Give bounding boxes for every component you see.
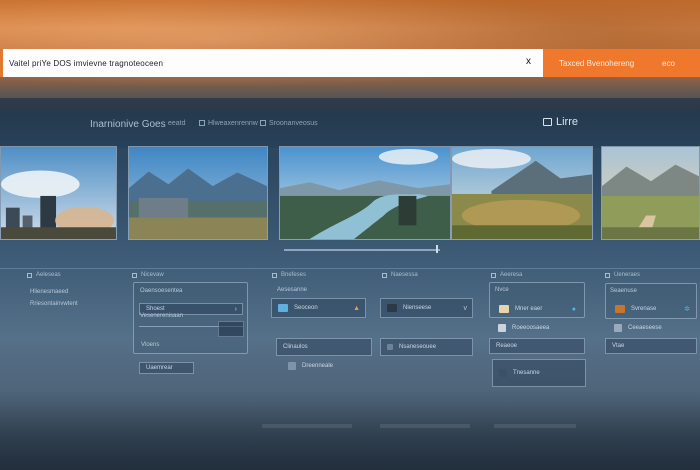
thumbnail-desert-road[interactable] <box>601 146 700 240</box>
photo-icon <box>387 304 397 312</box>
column-2-field-2: Vesenerenisaan <box>140 313 184 319</box>
column-1-line-1: Hlienesmaeed <box>30 289 69 295</box>
settings-icon: ✲ <box>684 306 690 313</box>
faint-row-1 <box>262 424 352 428</box>
info-icon: ● <box>571 305 576 313</box>
thumbnail-mountain-lake[interactable] <box>128 146 268 240</box>
column-2-header: Nicevaw <box>132 272 164 278</box>
header-link-2[interactable]: Hlweaxenrennw <box>199 120 258 127</box>
square-icon <box>491 272 496 278</box>
column-1-header: Aeleseas <box>27 272 61 278</box>
thumbnail-city-fog[interactable] <box>0 146 117 240</box>
gallery-scrollbar[interactable] <box>284 249 440 251</box>
column-3-header: Bnefeses <box>272 272 306 278</box>
app-title: Inarnionive Goes <box>90 119 166 130</box>
column-4-header: Naesessa <box>382 272 418 278</box>
column-5-field-1[interactable]: Mner eaer ● <box>493 303 581 315</box>
panel-divider <box>0 268 700 269</box>
column-2-footer: Vloens <box>141 342 160 348</box>
column-4-field-2-text: Nsaneseouee <box>399 344 437 350</box>
list-icon <box>498 324 506 332</box>
square-icon <box>605 272 610 278</box>
square-icon <box>27 272 32 278</box>
promo-label: Taxced Bvenohereng <box>559 58 635 68</box>
column-3-field-1[interactable]: Seoceon ▲ <box>271 298 366 318</box>
alert-icon: ▲ <box>353 304 360 312</box>
square-icon <box>382 272 387 278</box>
column-3-sub: Aesesanne <box>277 287 308 293</box>
image-icon <box>278 304 288 312</box>
column-5-field-1-text: Mner eaer <box>515 306 543 312</box>
column-2-button-label: Uaemrear <box>146 365 173 371</box>
column-5-field-2[interactable]: Roeeoosaeea <box>492 322 584 334</box>
square-icon <box>272 272 277 278</box>
header-link-3-label: Sroonanveosus <box>269 120 318 127</box>
column-3-field-2-text: Clinaulos <box>283 344 308 350</box>
header-link-1[interactable]: eeatd <box>168 120 186 127</box>
column-2-preview <box>218 321 244 337</box>
thumbnail-volcano-meadow[interactable] <box>451 146 593 240</box>
column-5-footer-text: Reaeoe <box>496 343 518 349</box>
header-right-button[interactable]: Lirre <box>543 116 578 128</box>
address-bar[interactable]: Vaitel priYe DOS imvievne tragnoteoceen … <box>0 49 543 77</box>
scroll-handle[interactable] <box>436 245 442 253</box>
column-4-title: Naesessa <box>391 272 418 278</box>
close-icon[interactable]: x <box>526 56 531 67</box>
square-icon <box>132 272 137 278</box>
promo-panel[interactable]: Taxced Bvenohereng eco <box>543 49 700 77</box>
box-icon <box>499 369 507 377</box>
column-6-header: Ueneraes <box>605 272 640 278</box>
column-2-card-title: Oaensoesentea <box>140 288 183 294</box>
column-6-field-1-text: Svrenase <box>631 306 657 312</box>
address-text: Vaitel priYe DOS imvievne tragnoteoceen <box>9 58 164 68</box>
column-2-field-1-text: Shoest <box>146 306 165 312</box>
column-6-field-2[interactable]: Ceeaeseese <box>608 322 696 334</box>
column-3-field-2[interactable]: Clinaulos <box>276 338 372 356</box>
column-6-title: Ueneraes <box>614 272 641 278</box>
list-icon <box>614 324 622 332</box>
promo-right-label[interactable]: eco <box>662 59 675 68</box>
column-6-field-1[interactable]: Svrenase ✲ <box>609 303 695 315</box>
column-4-field-2[interactable]: Nsaneseouee <box>380 338 473 356</box>
column-2-title: Nicevaw <box>141 272 164 278</box>
column-3-field-1-text: Seoceon <box>294 305 318 311</box>
column-6-sub: Seaenuse <box>610 288 638 294</box>
faint-row-2 <box>380 424 470 428</box>
folder-icon <box>199 120 205 127</box>
column-4-field-1-text: Nienseese <box>403 305 432 311</box>
column-5-footer[interactable]: Reaeoe <box>489 338 585 354</box>
column-3-footer[interactable]: Dreenneale <box>282 359 352 373</box>
column-5-title: Aeeresa <box>500 272 523 278</box>
header-link-3[interactable]: Sroonanveosus <box>260 120 318 127</box>
thumbnail-river-valley[interactable] <box>279 146 451 240</box>
column-5-button-label: Tnesanne <box>513 370 540 376</box>
column-5-field-2-text: Roeeoosaeea <box>512 325 550 331</box>
column-6-footer-text: Vtae <box>612 343 625 349</box>
document-icon <box>499 305 509 313</box>
lock-icon <box>543 118 552 126</box>
column-6-field-2-text: Ceeaeseese <box>628 325 662 331</box>
dropdown-icon[interactable]: v <box>464 305 468 312</box>
column-5-sub: Nvce <box>495 287 509 293</box>
column-6-footer[interactable]: Vtae <box>605 338 697 354</box>
column-2-button[interactable]: Uaemrear <box>139 362 194 374</box>
background-hero <box>0 0 700 96</box>
chevron-right-icon: › <box>234 305 237 313</box>
column-5-header: Aeeresa <box>491 272 522 278</box>
column-4-field-1[interactable]: Nienseese v <box>380 298 473 318</box>
settings-icon <box>288 362 296 370</box>
folder-icon <box>615 305 625 313</box>
column-1-title: Aeleseas <box>36 272 61 278</box>
column-3-footer-text: Dreenneale <box>302 363 334 369</box>
dot-icon <box>387 344 393 350</box>
column-1-line-2: Rriesontainvwtent <box>30 301 78 307</box>
column-5-button[interactable]: Tnesanne <box>492 359 586 387</box>
header-right-label: Lirre <box>556 116 579 128</box>
bottom-haze <box>0 390 700 470</box>
grid-icon <box>260 120 266 127</box>
header-link-2-label: Hlweaxenrennw <box>208 120 258 127</box>
faint-row-3 <box>494 424 576 428</box>
column-3-title: Bnefeses <box>281 272 307 278</box>
